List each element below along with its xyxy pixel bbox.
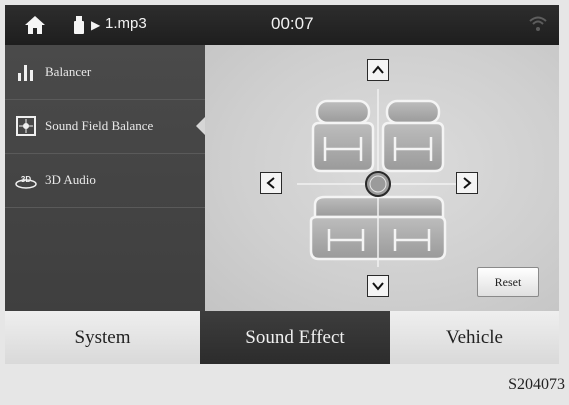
sidebar-item-label: Sound Field Balance xyxy=(45,118,154,133)
tab-sound-effect[interactable]: Sound Effect xyxy=(200,311,390,364)
up-arrow-button[interactable] xyxy=(367,59,389,81)
wifi-icon xyxy=(529,16,547,31)
right-arrow-button[interactable] xyxy=(456,172,478,194)
sound-menu-sidebar: Balancer Sound Field Balance 3D 3D Audio xyxy=(5,45,206,311)
sidebar-item-balancer[interactable]: Balancer xyxy=(5,45,205,100)
seat-front-left xyxy=(311,99,375,173)
chevron-up-icon xyxy=(372,65,384,74)
3d-audio-icon: 3D xyxy=(15,175,37,189)
status-bar: ▶ 1.mp3 00:07 xyxy=(5,5,559,45)
equalizer-bars-icon xyxy=(18,65,33,81)
svg-text:3D: 3D xyxy=(21,175,31,184)
seat-front-right xyxy=(381,99,445,173)
car-audio-screen: ▶ 1.mp3 00:07 Balancer Sound Field Balan… xyxy=(0,0,569,405)
figure-code: S204073 xyxy=(508,376,565,393)
sidebar-item-label: 3D Audio xyxy=(45,172,96,187)
chevron-right-icon xyxy=(463,177,472,189)
sidebar-item-sound-field-balance[interactable]: Sound Field Balance xyxy=(5,99,206,154)
bottom-tab-bar: System Sound Effect Vehicle xyxy=(5,311,559,364)
tab-system[interactable]: System xyxy=(5,311,200,364)
down-arrow-button[interactable] xyxy=(367,275,389,297)
home-icon[interactable] xyxy=(23,13,47,37)
chevron-down-icon xyxy=(372,282,384,291)
elapsed-time: 00:07 xyxy=(271,14,314,33)
tab-vehicle[interactable]: Vehicle xyxy=(390,311,559,364)
reset-button[interactable]: Reset xyxy=(477,267,539,297)
sound-field-stage[interactable]: Reset xyxy=(205,45,559,311)
left-arrow-button[interactable] xyxy=(260,172,282,194)
track-name: 1.mp3 xyxy=(105,15,147,32)
usb-icon xyxy=(74,16,84,34)
play-icon: ▶ xyxy=(91,18,101,32)
sidebar-item-3d-audio[interactable]: 3D 3D Audio xyxy=(5,153,205,208)
sidebar-item-label: Balancer xyxy=(45,64,92,79)
chevron-left-icon xyxy=(266,177,275,189)
sound-field-icon xyxy=(16,116,36,136)
